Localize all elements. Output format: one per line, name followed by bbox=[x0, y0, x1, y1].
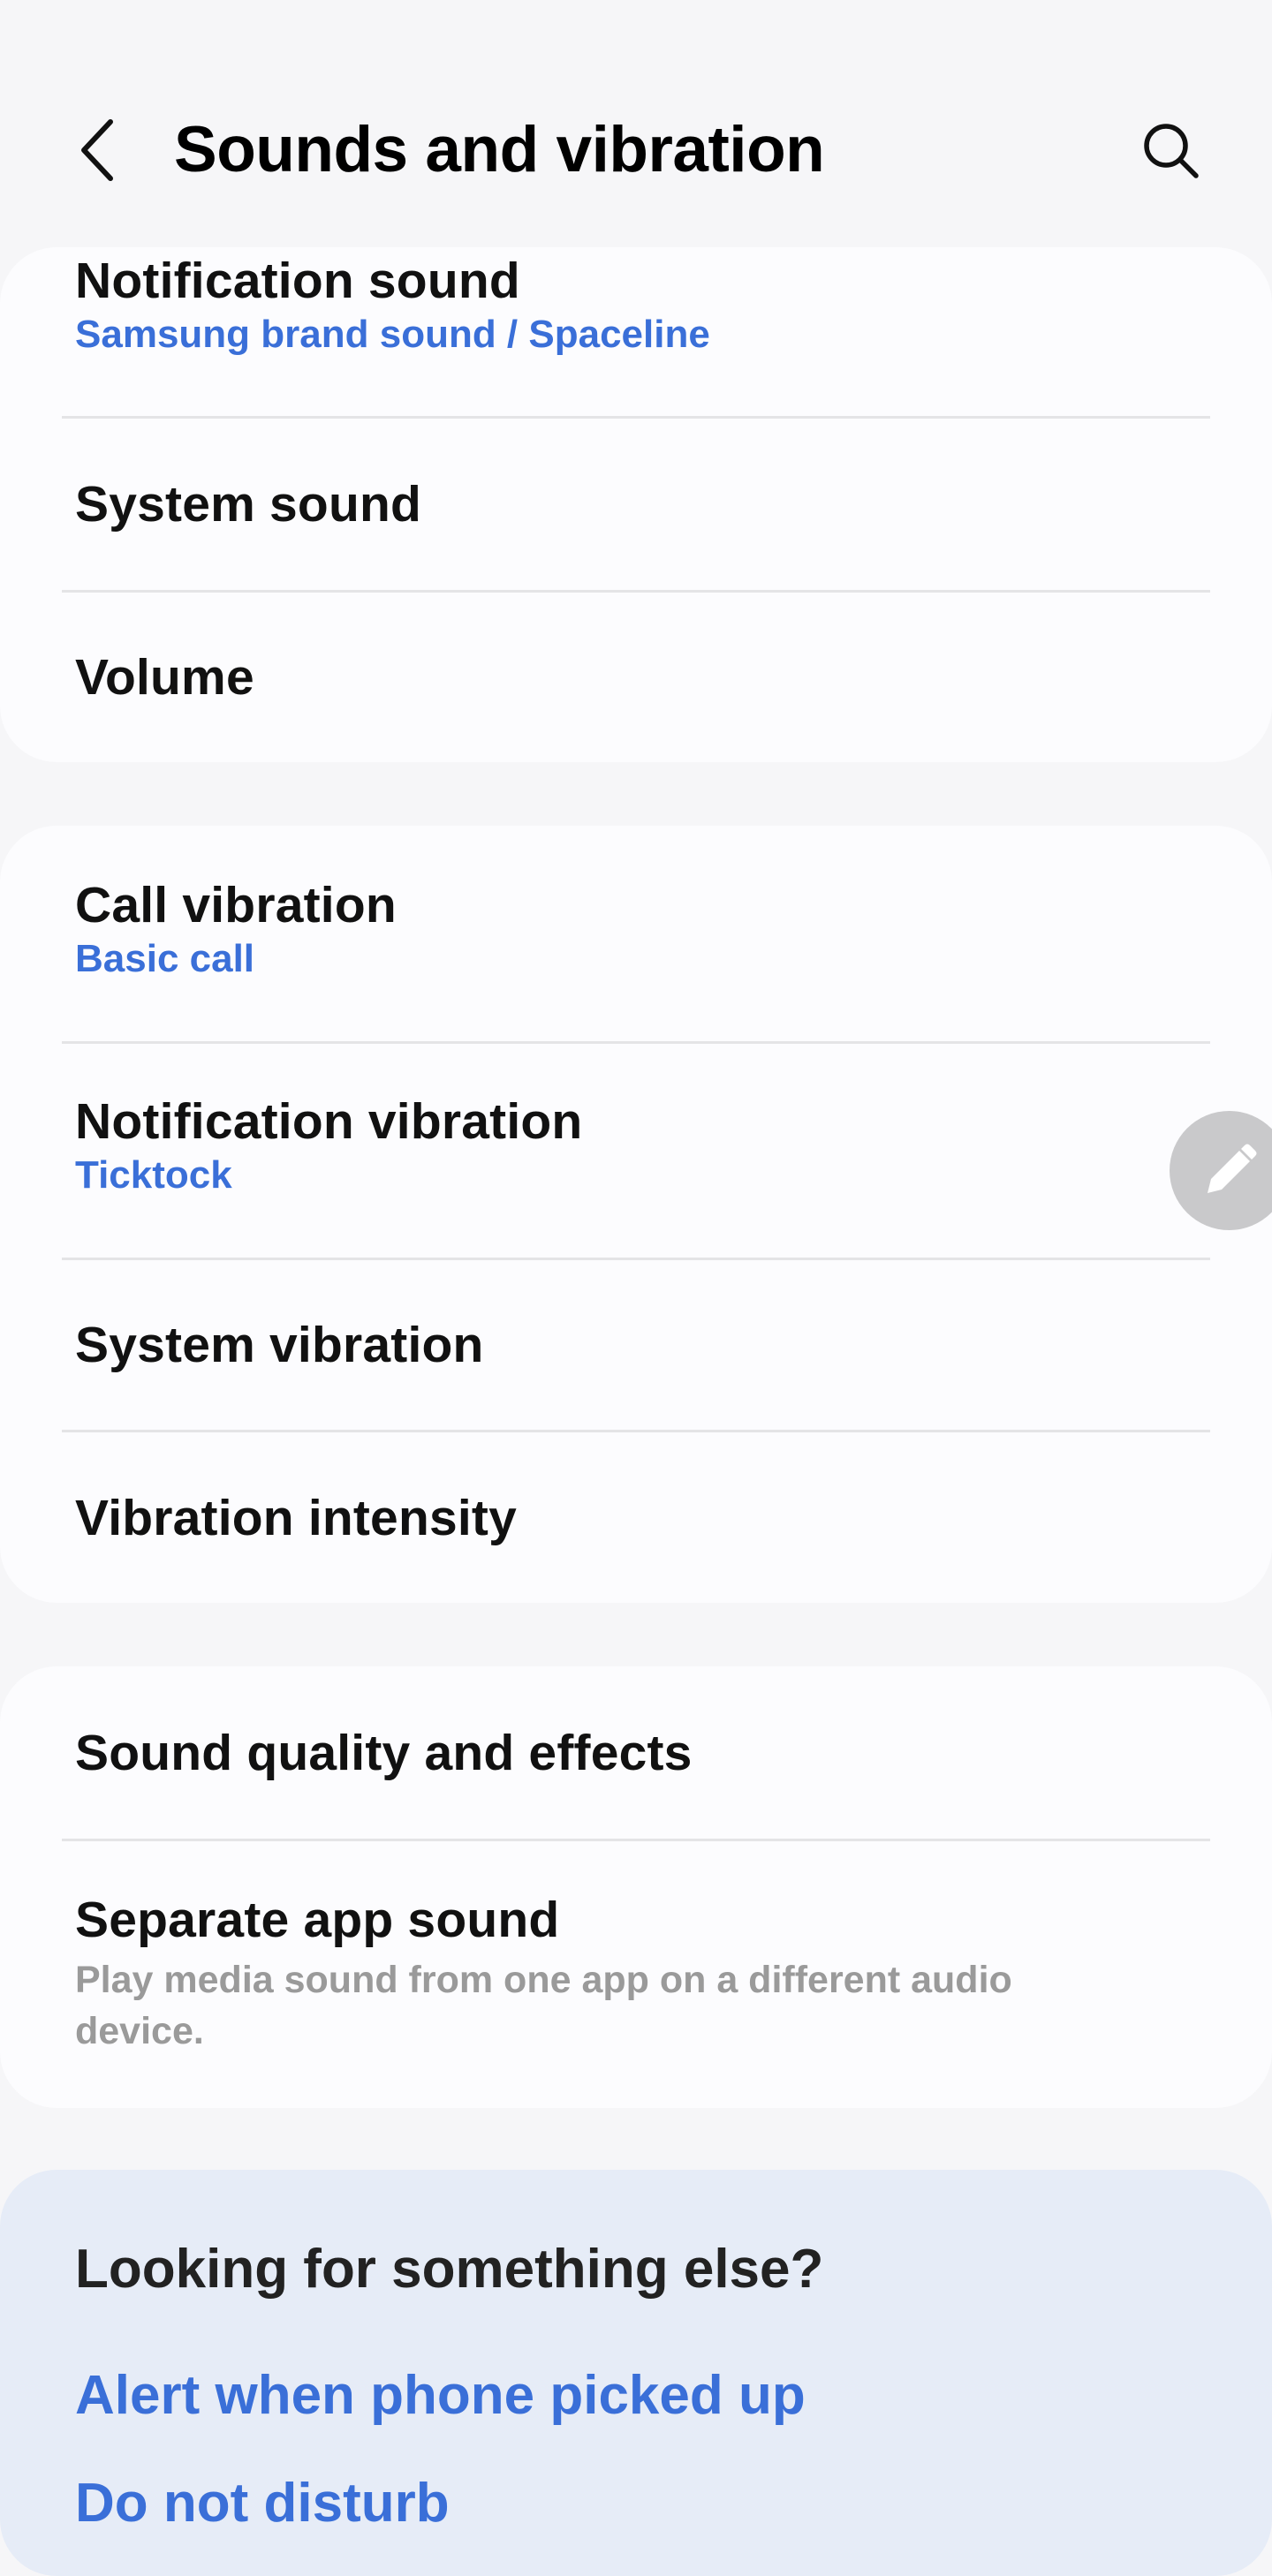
search-button[interactable] bbox=[1131, 110, 1210, 190]
divider bbox=[62, 1041, 1210, 1044]
alert-when-picked-up-link[interactable]: Alert when phone picked up bbox=[75, 2365, 806, 2427]
suggestions-title: Looking for something else? bbox=[75, 2239, 824, 2300]
divider bbox=[62, 1258, 1210, 1260]
back-button[interactable] bbox=[62, 110, 132, 190]
volume-title: Volume bbox=[75, 649, 254, 706]
notification-vibration-title: Notification vibration bbox=[75, 1093, 583, 1150]
do-not-disturb-link[interactable]: Do not disturb bbox=[75, 2473, 450, 2534]
chevron-left-icon bbox=[81, 119, 113, 181]
call-vibration-item[interactable]: Call vibration Basic call bbox=[0, 874, 1272, 984]
search-icon bbox=[1144, 124, 1199, 178]
divider bbox=[62, 416, 1210, 419]
separate-app-sound-item[interactable]: Separate app sound Play media sound from… bbox=[0, 1889, 1272, 2057]
sound-quality-item[interactable]: Sound quality and effects bbox=[0, 1722, 1272, 1784]
divider bbox=[62, 1430, 1210, 1432]
call-vibration-title: Call vibration bbox=[75, 877, 397, 933]
app-header: Sounds and vibration bbox=[0, 0, 1272, 247]
page-title: Sounds and vibration bbox=[174, 114, 825, 185]
system-vibration-title: System vibration bbox=[75, 1317, 484, 1373]
notification-vibration-value: Ticktock bbox=[75, 1153, 232, 1197]
divider bbox=[62, 1839, 1210, 1841]
notification-sound-title: Notification sound bbox=[75, 253, 520, 309]
sound-quality-title: Sound quality and effects bbox=[75, 1725, 693, 1781]
separate-app-sound-description: Play media sound from one app on a diffe… bbox=[75, 1959, 1012, 2052]
vibration-intensity-title: Vibration intensity bbox=[75, 1490, 517, 1546]
vibration-intensity-item[interactable]: Vibration intensity bbox=[0, 1487, 1272, 1549]
system-vibration-item[interactable]: System vibration bbox=[0, 1314, 1272, 1376]
notification-sound-item[interactable]: Notification sound Samsung brand sound /… bbox=[0, 250, 1272, 359]
notification-vibration-item[interactable]: Notification vibration Ticktock bbox=[0, 1091, 1272, 1200]
separate-app-sound-title: Separate app sound bbox=[75, 1892, 560, 1948]
call-vibration-value: Basic call bbox=[75, 937, 255, 980]
notification-sound-value: Samsung brand sound / Spaceline bbox=[75, 313, 710, 356]
system-sound-item[interactable]: System sound bbox=[0, 473, 1272, 535]
divider bbox=[62, 590, 1210, 593]
pencil-icon bbox=[1207, 1144, 1256, 1193]
system-sound-title: System sound bbox=[75, 476, 421, 533]
volume-item[interactable]: Volume bbox=[0, 646, 1272, 708]
